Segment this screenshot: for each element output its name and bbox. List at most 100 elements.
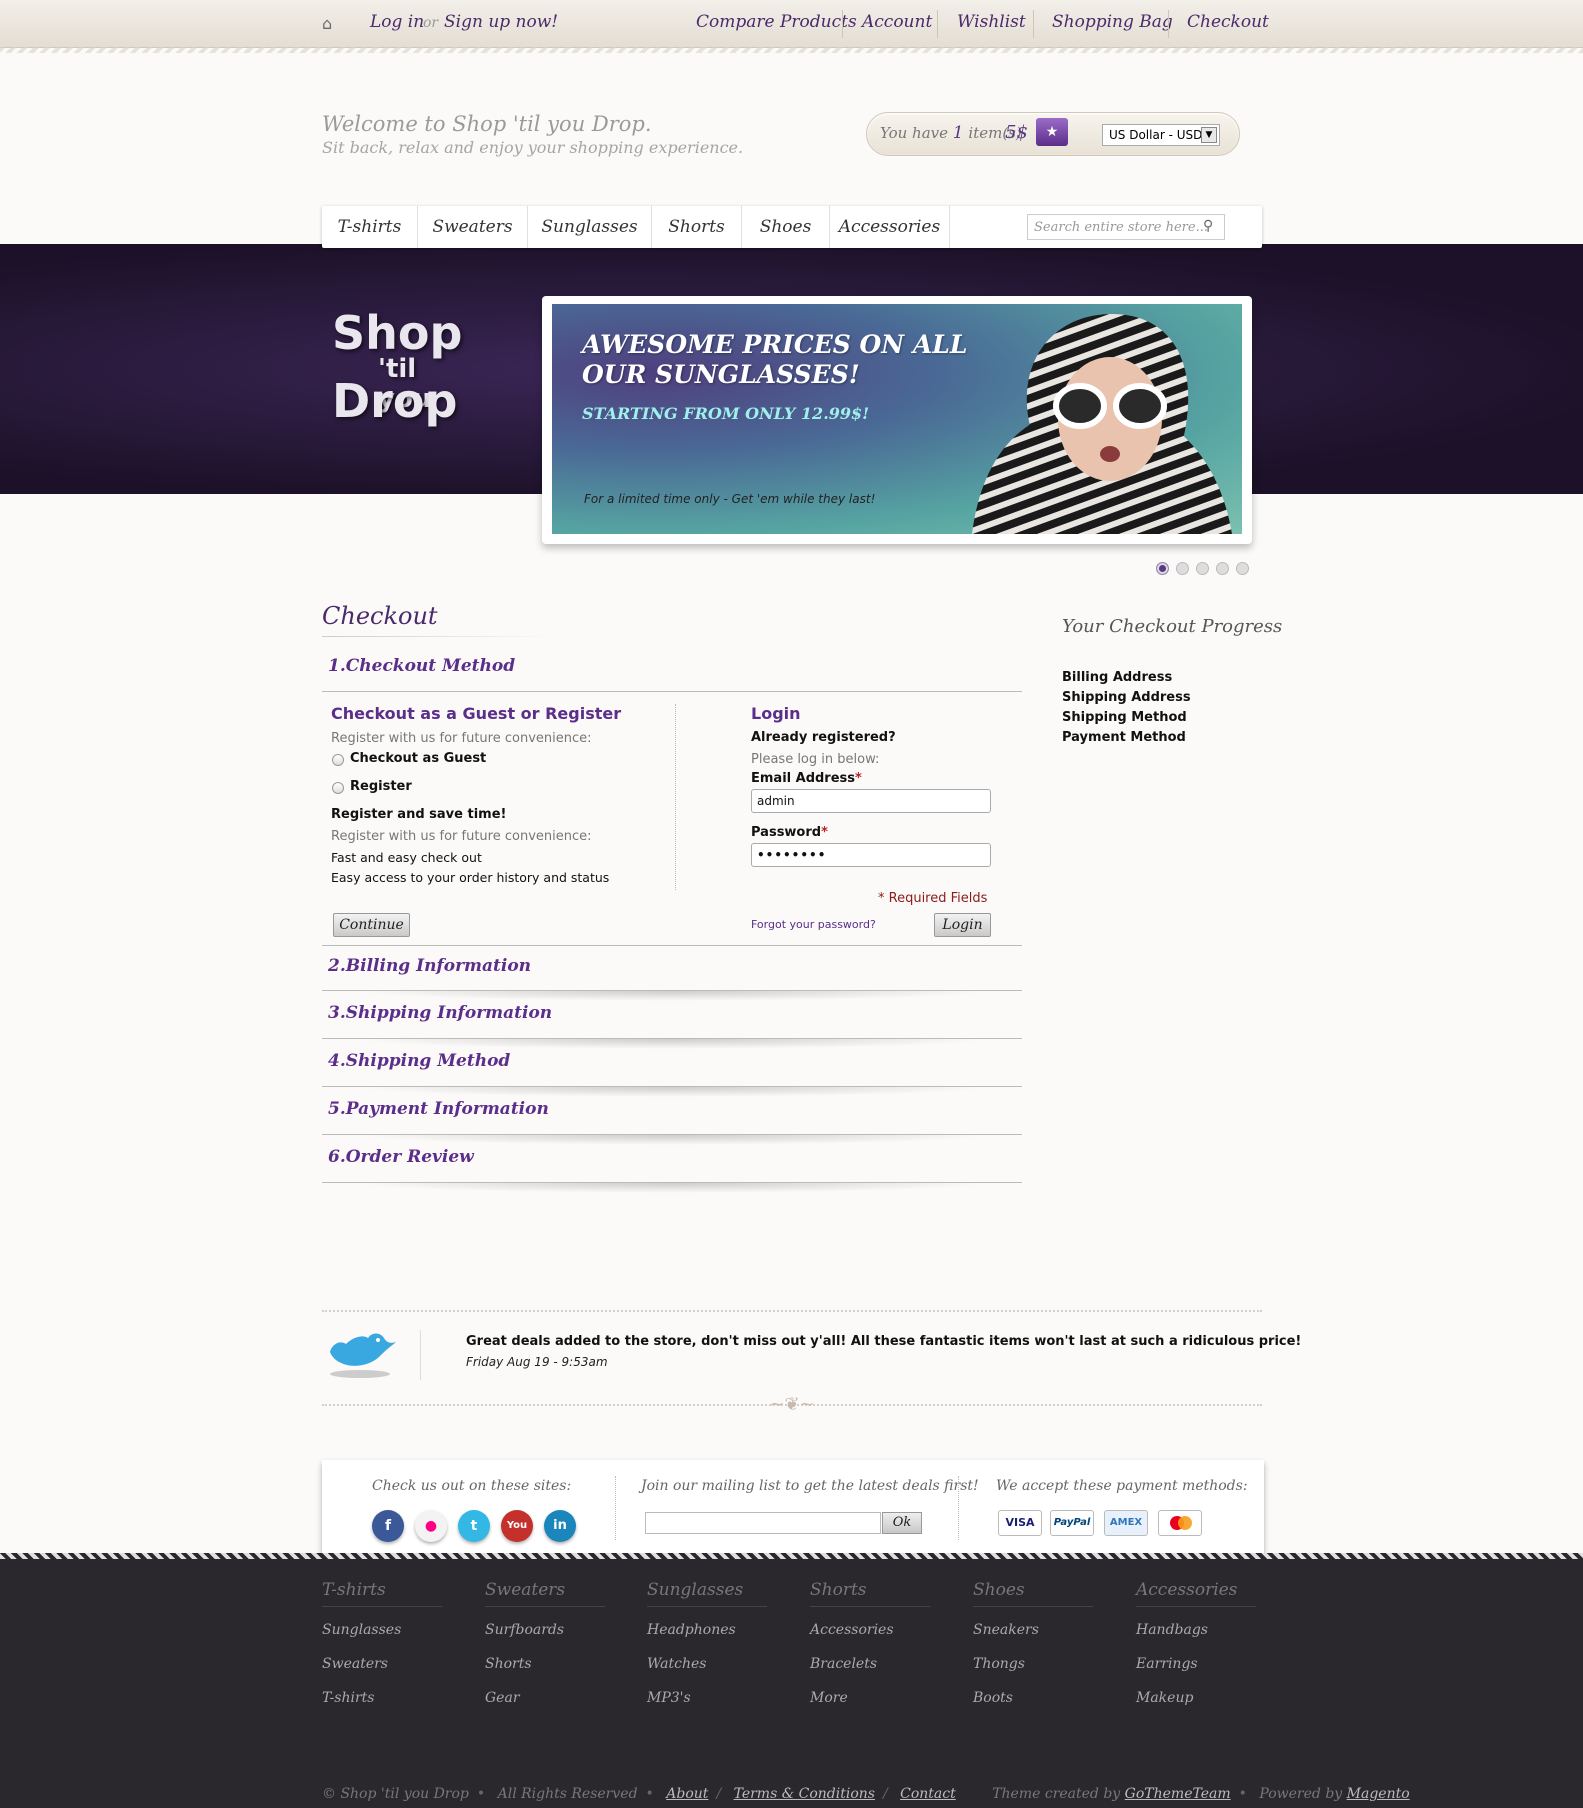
- checkout-link[interactable]: Checkout: [1187, 12, 1269, 32]
- footer-link[interactable]: Surfboards: [485, 1622, 564, 1638]
- terms-link[interactable]: Terms & Conditions: [734, 1786, 875, 1802]
- footer-link[interactable]: More: [810, 1690, 848, 1706]
- footer-link[interactable]: Earrings: [1136, 1656, 1198, 1672]
- section-shipping-information[interactable]: 3.Shipping Information: [322, 993, 1022, 1049]
- divider: [973, 1606, 1093, 1607]
- newsletter-email-input[interactable]: [645, 1512, 881, 1534]
- footer-column-title[interactable]: Shoes: [973, 1580, 1025, 1600]
- visa-icon: VISA: [998, 1510, 1042, 1536]
- twitter-icon[interactable]: t: [458, 1510, 490, 1542]
- footer-link[interactable]: Headphones: [647, 1622, 736, 1638]
- tweet-date: Friday Aug 19 - 9:53am: [466, 1355, 608, 1369]
- magento-link[interactable]: Magento: [1347, 1786, 1410, 1802]
- email-label: Email Address*: [751, 771, 862, 786]
- nav-item-shoes[interactable]: Shoes: [742, 206, 830, 248]
- cart-summary-text[interactable]: You have 1 item(s): [880, 123, 1022, 143]
- nav-item-accessories[interactable]: Accessories: [830, 206, 950, 248]
- footer-link[interactable]: Sneakers: [973, 1622, 1039, 1638]
- separator: [1033, 10, 1034, 38]
- about-link[interactable]: About: [666, 1786, 708, 1802]
- wishlist-link[interactable]: Wishlist: [957, 12, 1026, 32]
- footer-link[interactable]: Sunglasses: [322, 1622, 401, 1638]
- payment-heading: We accept these payment methods:: [996, 1478, 1248, 1494]
- nav-item-sunglasses[interactable]: Sunglasses: [528, 206, 652, 248]
- separator: [937, 10, 938, 38]
- guest-radio[interactable]: [332, 754, 344, 766]
- footer: [0, 1553, 1583, 1808]
- youtube-icon[interactable]: You: [501, 1510, 533, 1542]
- guest-intro: Register with us for future convenience:: [331, 731, 592, 746]
- nav-item-tshirts[interactable]: T-shirts: [322, 206, 418, 248]
- footer-column-title[interactable]: Accessories: [1136, 1580, 1237, 1600]
- copyright-text: © Shop 'til you Drop: [322, 1786, 469, 1802]
- facebook-icon[interactable]: f: [372, 1510, 404, 1542]
- footer-link[interactable]: Handbags: [1136, 1622, 1208, 1638]
- footer-bottom-line: © Shop 'til you Drop • All Rights Reserve…: [322, 1786, 1410, 1802]
- compare-products-link[interactable]: Compare Products: [696, 12, 857, 32]
- footer-link[interactable]: MP3's: [647, 1690, 691, 1706]
- divider: [485, 1606, 605, 1607]
- slider-dot[interactable]: [1176, 562, 1189, 575]
- guest-heading: Checkout as a Guest or Register: [331, 704, 622, 723]
- footer-column-title[interactable]: Shorts: [810, 1580, 867, 1600]
- nav-item-shorts[interactable]: Shorts: [652, 206, 742, 248]
- top-bar: ⌂ Log in or Sign up now! Compare Product…: [0, 0, 1583, 53]
- footer-link[interactable]: Gear: [485, 1690, 520, 1706]
- contact-link[interactable]: Contact: [900, 1786, 956, 1802]
- footer-link[interactable]: Bracelets: [810, 1656, 877, 1672]
- page-title: Checkout: [322, 602, 438, 630]
- guest-option-label[interactable]: Checkout as Guest: [350, 751, 486, 766]
- nav-item-sweaters[interactable]: Sweaters: [418, 206, 528, 248]
- promo-banner[interactable]: AWESOME PRICES ON ALL OUR SUNGLASSES! ST…: [552, 304, 1242, 534]
- mailing-heading: Join our mailing list to get the latest …: [641, 1478, 979, 1494]
- register-option-label[interactable]: Register: [350, 779, 412, 794]
- section-billing-information[interactable]: 2.Billing Information: [322, 945, 1022, 1001]
- password-field[interactable]: ••••••••: [751, 843, 991, 867]
- flickr-icon[interactable]: ●: [415, 1510, 447, 1542]
- footer-link[interactable]: Shorts: [485, 1656, 532, 1672]
- register-radio[interactable]: [332, 782, 344, 794]
- footer-column-title[interactable]: Sunglasses: [647, 1580, 743, 1600]
- section-payment-information[interactable]: 5.Payment Information: [322, 1089, 1022, 1145]
- section-order-review[interactable]: 6.Order Review: [322, 1137, 1022, 1193]
- footer-column-title[interactable]: T-shirts: [322, 1580, 386, 1600]
- footer-link[interactable]: Makeup: [1136, 1690, 1193, 1706]
- slider-dot[interactable]: [1156, 562, 1169, 575]
- login-button[interactable]: Login: [934, 913, 991, 937]
- benefit-item: Easy access to your order history and st…: [331, 870, 610, 885]
- save-time-heading: Register and save time!: [331, 807, 507, 822]
- footer-link[interactable]: T-shirts: [322, 1690, 374, 1706]
- twitter-bird-icon[interactable]: [322, 1324, 398, 1382]
- signup-link[interactable]: Sign up now!: [444, 12, 558, 32]
- separator: [1168, 10, 1169, 38]
- section-title: 3.Shipping Information: [328, 1003, 553, 1023]
- chevron-down-icon[interactable]: ▼: [1201, 127, 1217, 143]
- home-icon[interactable]: ⌂: [322, 14, 340, 33]
- footer-link[interactable]: Watches: [647, 1656, 706, 1672]
- newsletter-ok-button[interactable]: Ok: [882, 1512, 922, 1534]
- shopping-bag-link[interactable]: Shopping Bag: [1052, 12, 1173, 32]
- divider: [958, 1476, 959, 1540]
- slider-dot[interactable]: [1236, 562, 1249, 575]
- search-input[interactable]: Search entire store here...: [1027, 214, 1225, 240]
- linkedin-icon[interactable]: in: [544, 1510, 576, 1542]
- footer-column-title[interactable]: Sweaters: [485, 1580, 565, 1600]
- footer-link[interactable]: Boots: [973, 1690, 1013, 1706]
- theme-author-link[interactable]: GoThemeTeam: [1125, 1786, 1231, 1802]
- section-checkout-method[interactable]: 1.Checkout Method: [322, 646, 1022, 692]
- continue-button[interactable]: Continue: [333, 913, 410, 937]
- section-shipping-method[interactable]: 4.Shipping Method: [322, 1041, 1022, 1097]
- slider-dot[interactable]: [1216, 562, 1229, 575]
- footer-link[interactable]: Sweaters: [322, 1656, 388, 1672]
- footer-link[interactable]: Accessories: [810, 1622, 894, 1638]
- login-link[interactable]: Log in: [370, 12, 424, 32]
- account-link[interactable]: Account: [862, 12, 932, 32]
- shopping-bag-icon[interactable]: ★: [1036, 118, 1068, 146]
- currency-select[interactable]: US Dollar - USD ▼: [1102, 124, 1220, 146]
- slider-dot[interactable]: [1196, 562, 1209, 575]
- divider: [322, 1606, 442, 1607]
- email-field[interactable]: admin: [751, 789, 991, 813]
- search-icon[interactable]: ⚲: [1203, 218, 1213, 234]
- footer-link[interactable]: Thongs: [973, 1656, 1025, 1672]
- forgot-password-link[interactable]: Forgot your password?: [751, 918, 876, 931]
